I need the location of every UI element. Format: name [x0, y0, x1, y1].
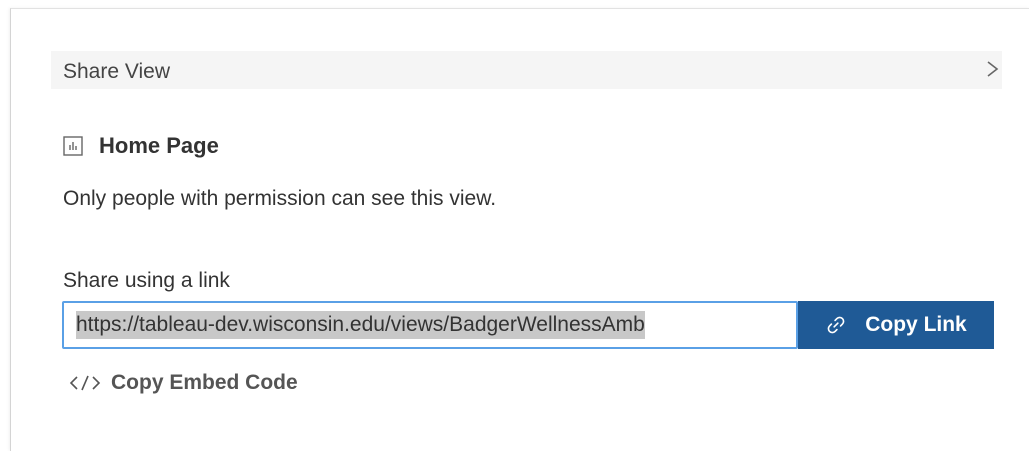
close-button[interactable] — [980, 55, 1004, 83]
chevron-right-icon — [987, 61, 999, 77]
dialog-title: Share View — [63, 60, 171, 83]
bar-chart-icon — [63, 136, 83, 156]
copy-embed-code-button[interactable]: Copy Embed Code — [69, 371, 298, 395]
dialog-header: Share View — [51, 51, 1002, 89]
copy-embed-code-label: Copy Embed Code — [111, 371, 298, 394]
copy-link-button[interactable]: Copy Link — [798, 301, 994, 349]
share-link-label: Share using a link — [63, 269, 230, 292]
link-icon — [827, 316, 845, 334]
view-info: Home Page — [63, 133, 219, 159]
share-view-dialog: Share View Home Page Only people with pe… — [10, 8, 1029, 451]
permission-text: Only people with permission can see this… — [63, 187, 497, 210]
view-name: Home Page — [99, 133, 219, 158]
share-link-url: https://tableau-dev.wisconsin.edu/views/… — [76, 311, 645, 339]
code-icon — [69, 375, 101, 391]
share-link-row: https://tableau-dev.wisconsin.edu/views/… — [62, 301, 994, 349]
share-link-input[interactable]: https://tableau-dev.wisconsin.edu/views/… — [62, 301, 798, 349]
copy-link-label: Copy Link — [865, 313, 967, 336]
